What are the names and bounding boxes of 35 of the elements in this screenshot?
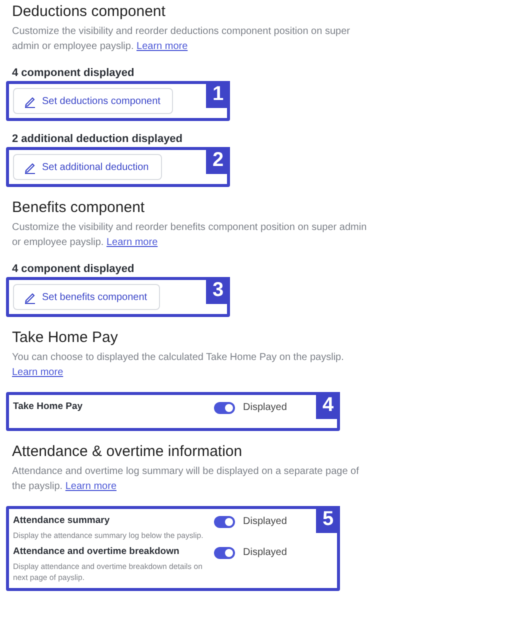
toggle-status: Displayed (243, 402, 287, 413)
pencil-icon (24, 160, 36, 174)
set-button[interactable]: Set additional deduction (13, 154, 162, 180)
setting-title: Take Home Pay (13, 401, 84, 412)
learn-more-link[interactable]: Learn more (65, 481, 117, 492)
annotation-number: 5 (316, 506, 340, 533)
section-description: Customize the visibility and reorder deductions component position on super admin or employee payslip. Learn more (12, 25, 351, 54)
toggle-status: Displayed (243, 547, 287, 558)
section-description: Customize the visibility and reorder benefits component position on super admin or employee payslip. Learn more (12, 221, 368, 250)
setting-title: Attendance and overtime breakdown (13, 546, 180, 557)
learn-more-link[interactable]: Learn more (12, 367, 64, 378)
pencil-icon (24, 94, 36, 108)
section-title: Attendance & overtime information (12, 443, 244, 460)
toggle-status: Displayed (243, 516, 287, 527)
section-description: Attendance and overtime log summary will be displayed on a separate page of the payslip. Learn more (12, 465, 360, 494)
count-label: 4 component displayed (12, 67, 136, 79)
annotation-number: 2 (206, 147, 230, 174)
toggle-switch[interactable] (214, 402, 235, 414)
toggle-switch[interactable] (214, 547, 235, 559)
section-title: Benefits component (12, 199, 146, 216)
set-button[interactable]: Set benefits component (13, 284, 160, 310)
set-button[interactable]: Set deductions component (13, 88, 174, 114)
count-label: 2 additional deduction displayed (12, 133, 184, 145)
learn-more-link[interactable]: Learn more (136, 41, 188, 52)
count-label: 4 component displayed (12, 263, 136, 275)
pencil-icon (24, 290, 36, 304)
annotation-number: 1 (206, 81, 230, 108)
toggle-switch[interactable] (214, 516, 235, 528)
section-description: You can choose to displayed the calculated Take Home Pay on the payslip. Learn more (12, 351, 345, 380)
annotation-number: 4 (316, 392, 340, 419)
section-title: Deductions component (12, 3, 166, 20)
annotation-number: 3 (206, 277, 230, 304)
learn-more-link[interactable]: Learn more (106, 237, 158, 248)
setting-title: Attendance summary (13, 515, 111, 526)
section-title: Take Home Pay (12, 329, 119, 346)
